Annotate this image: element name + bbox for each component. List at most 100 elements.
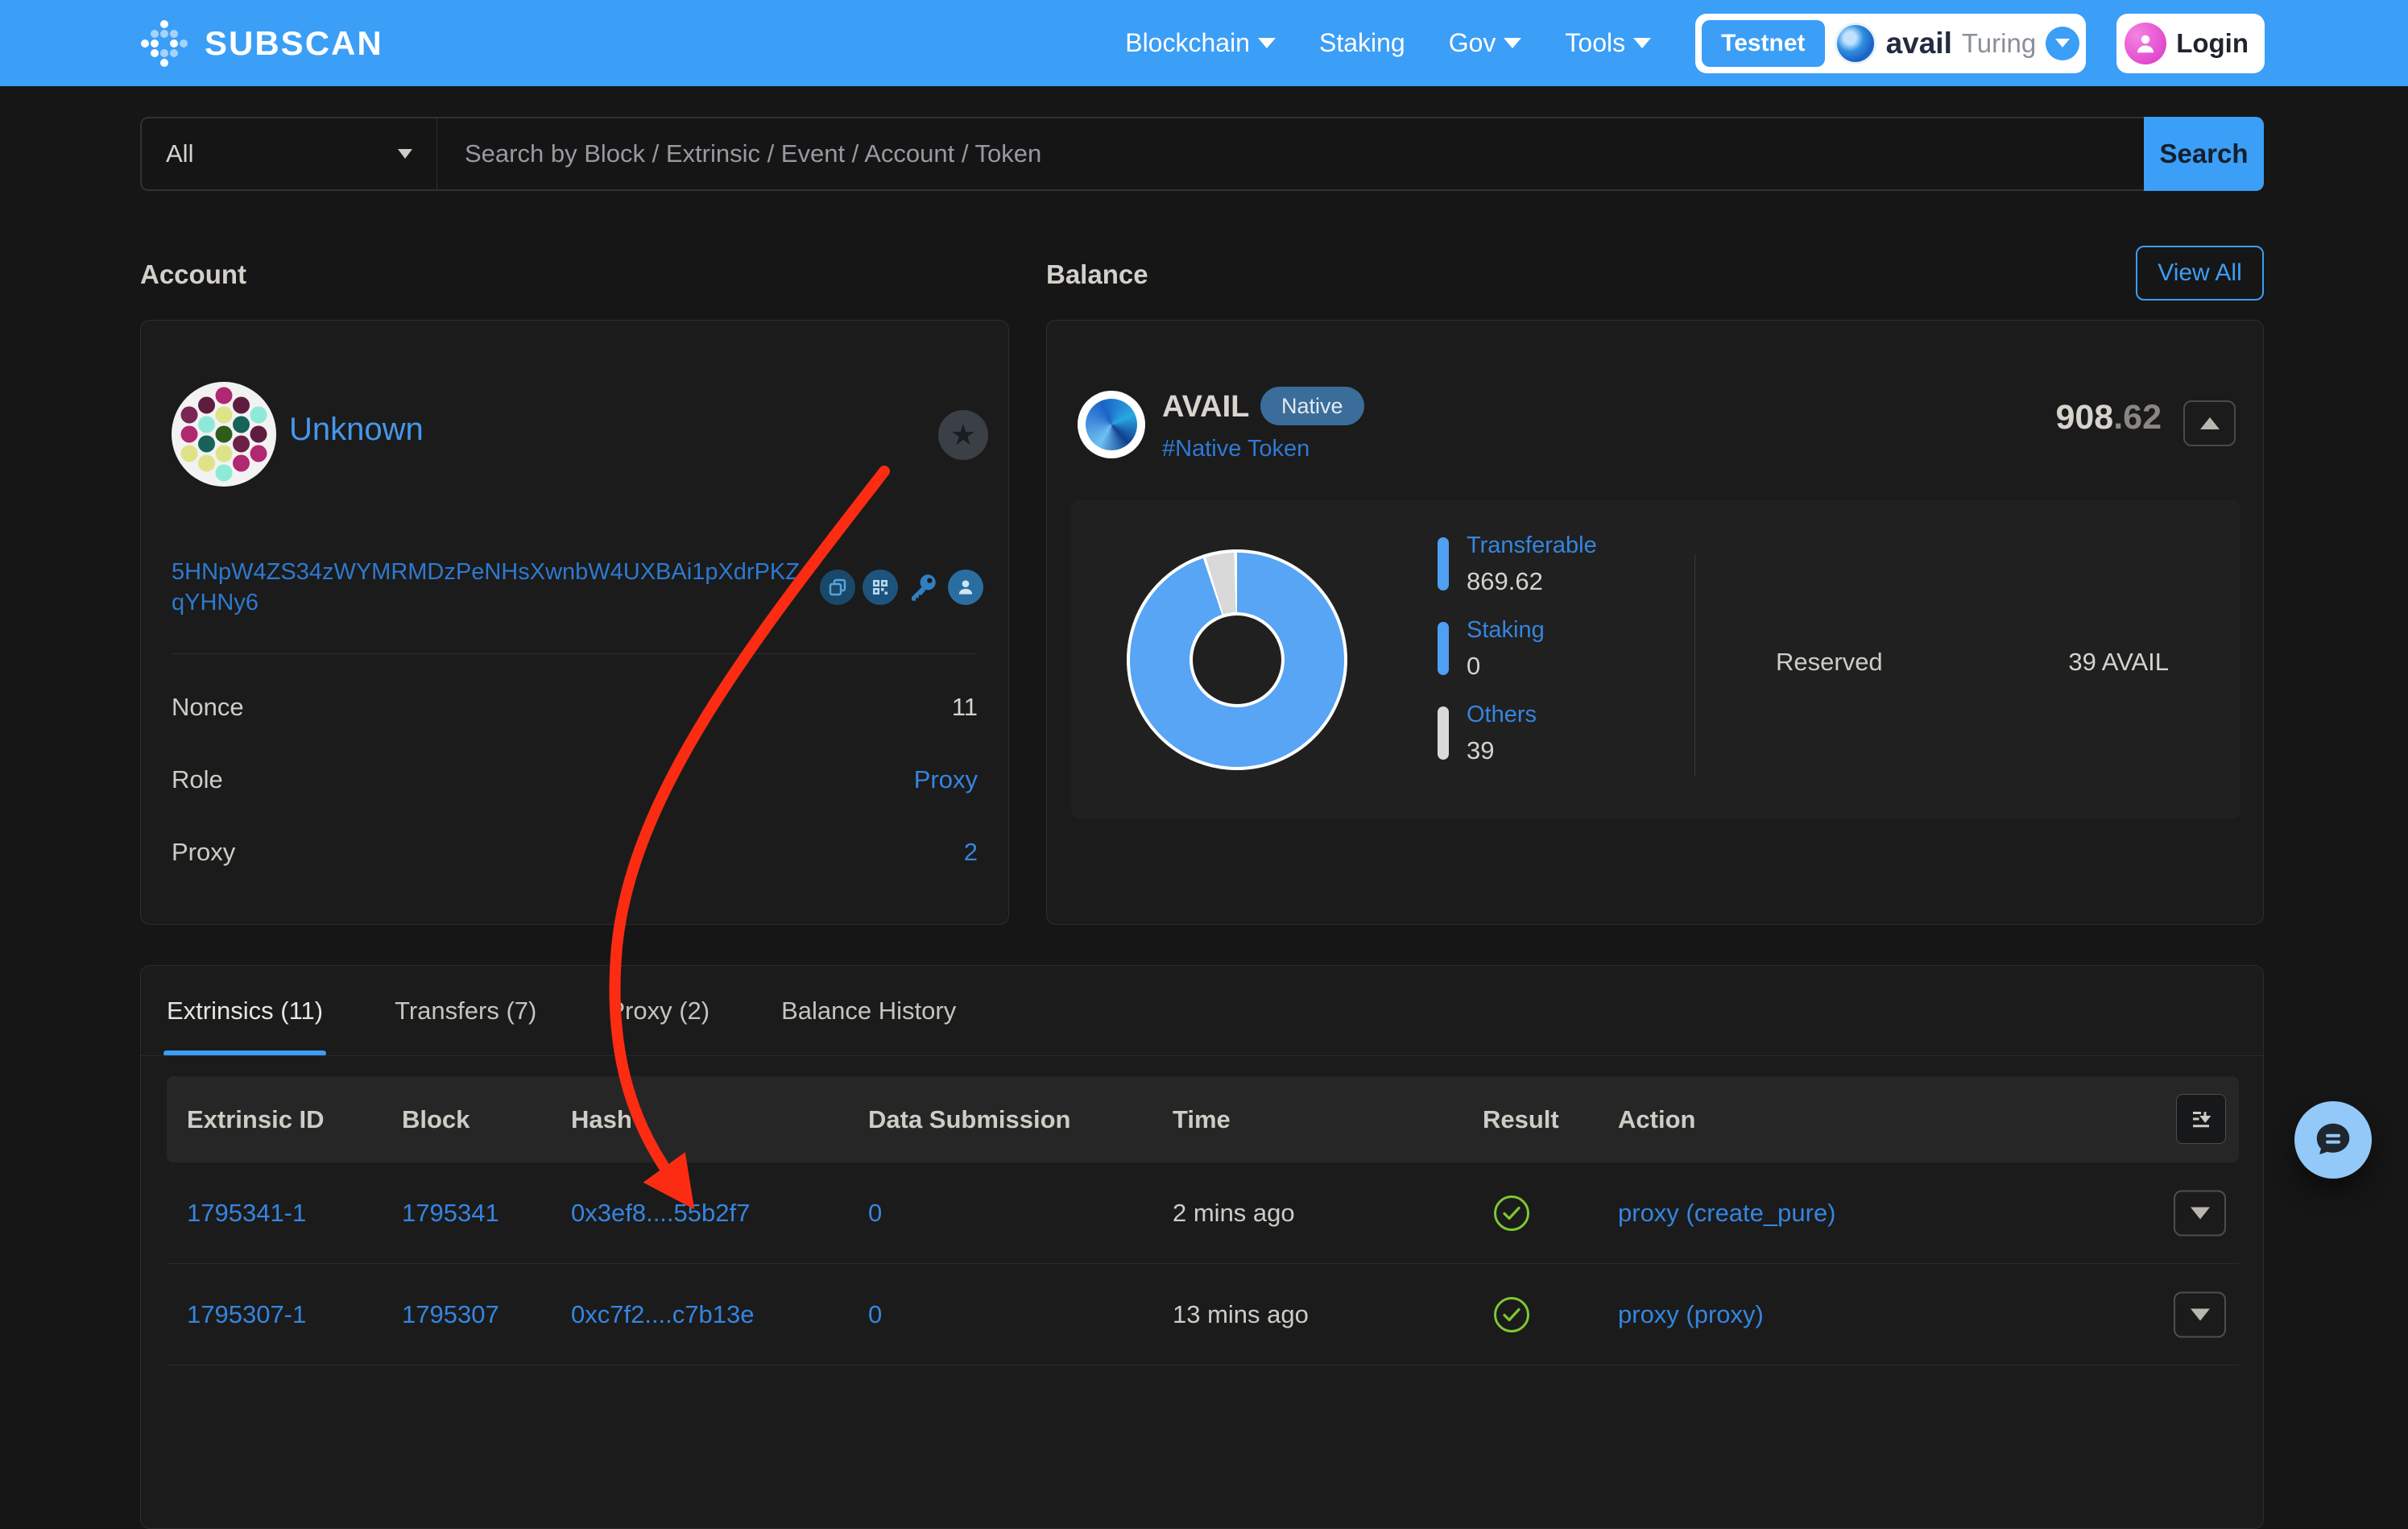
tab-transfers-7-[interactable]: Transfers (7)	[395, 966, 536, 1056]
nav-item-tools[interactable]: Tools	[1565, 28, 1651, 58]
field-value: 11	[952, 693, 978, 722]
extrinsic-id-link[interactable]: 1795307-1	[187, 1300, 402, 1329]
account-person-icon[interactable]	[948, 570, 983, 605]
column-header-block: Block	[402, 1105, 571, 1134]
account-name-link[interactable]: Unknown	[289, 412, 424, 448]
hash-link[interactable]: 0x3ef8....55b2f7	[571, 1199, 868, 1228]
subscan-logo[interactable]: SUBSCAN	[139, 18, 383, 69]
search-input[interactable]	[437, 117, 2144, 191]
testnet-button[interactable]: Testnet	[1702, 20, 1824, 67]
legend-item-staking: Staking 0	[1438, 617, 1597, 681]
nav-item-label: Gov	[1449, 28, 1496, 58]
legend-value: 39	[1467, 736, 1537, 765]
balance-card: AVAIL Native #Native Token 908.62 Transf…	[1046, 320, 2264, 925]
network-chevron-down-icon[interactable]	[2046, 27, 2079, 60]
legend-label[interactable]: Staking	[1467, 617, 1545, 644]
column-header-data-submission: Data Submission	[868, 1105, 1173, 1134]
legend-bar	[1438, 622, 1449, 675]
account-address[interactable]: 5HNpW4ZS34zWYMRMDzPeNHsXwnbW4UXBAi1pXdrP…	[172, 557, 808, 618]
chevron-down-icon	[1633, 38, 1651, 48]
favorite-star-button[interactable]: ★	[938, 410, 988, 460]
total-balance: 908.62	[2055, 398, 2162, 437]
search-filter-value: All	[166, 139, 193, 168]
search-button[interactable]: Search	[2144, 117, 2264, 191]
avail-token-icon	[1078, 391, 1145, 458]
divider	[172, 653, 978, 654]
field-label: Role	[172, 765, 223, 794]
extrinsic-id-link[interactable]: 1795341-1	[187, 1199, 402, 1228]
network-switcher: Testnet avail Turing	[1695, 14, 2086, 73]
brand-name: SUBSCAN	[205, 24, 383, 63]
search-bar: All Search	[140, 117, 2264, 191]
nav-item-blockchain[interactable]: Blockchain	[1125, 28, 1276, 58]
action-link[interactable]: proxy (proxy)	[1618, 1300, 2239, 1329]
extrinsics-card: Extrinsics (11) Transfers (7) Proxy (2) Bal…	[140, 965, 2264, 1529]
native-badge: Native	[1260, 387, 1364, 425]
tab-extrinsics-11-[interactable]: Extrinsics (11)	[167, 966, 323, 1056]
navbar: SUBSCAN Blockchain Staking Gov Tools Testne…	[0, 0, 2408, 86]
account-card: Unknown ★ 5HNpW4ZS34zWYMRMDzPeNHsXwnbW4U…	[140, 320, 1009, 925]
balance-heading: Balance	[1046, 259, 1148, 290]
network-suffix: Turing	[1962, 28, 2036, 59]
copy-icon[interactable]	[820, 570, 855, 605]
account-heading: Account	[140, 259, 246, 290]
table-row: 1795307-117953070xc7f2....c7b13e013 mins…	[167, 1264, 2239, 1365]
chevron-down-icon	[1258, 38, 1276, 48]
table-header: Extrinsic IDBlockHashData SubmissionTime…	[167, 1076, 2239, 1162]
reserved-label: Reserved	[1776, 648, 1883, 677]
time-text: 13 mins ago	[1173, 1300, 1483, 1329]
tab-proxy-2-[interactable]: Proxy (2)	[608, 966, 710, 1056]
legend-text: Staking 0	[1467, 617, 1545, 681]
native-token-link[interactable]: #Native Token	[1162, 436, 1310, 462]
tab-balance-history[interactable]: Balance History	[781, 966, 956, 1056]
tabs: Extrinsics (11) Transfers (7) Proxy (2) Bal…	[167, 966, 956, 1056]
account-identicon	[172, 382, 276, 487]
user-avatar-icon	[2125, 23, 2166, 64]
key-icon[interactable]	[905, 570, 941, 605]
action-link[interactable]: proxy (create_pure)	[1618, 1199, 2239, 1228]
legend-value: 0	[1467, 652, 1545, 681]
data-submission-link[interactable]: 0	[868, 1199, 1173, 1228]
data-submission-link[interactable]: 0	[868, 1300, 1173, 1329]
legend-text: Transferable 869.62	[1467, 532, 1597, 596]
nav-item-staking[interactable]: Staking	[1319, 28, 1405, 58]
block-link[interactable]: 1795307	[402, 1300, 571, 1329]
row-expand-button[interactable]	[2174, 1291, 2226, 1337]
field-value[interactable]: Proxy	[914, 765, 978, 794]
subscan-logo-icon	[139, 18, 190, 69]
nav-item-label: Staking	[1319, 28, 1405, 58]
search-filter-select[interactable]: All	[140, 117, 437, 191]
result-cell	[1483, 1297, 1618, 1332]
legend-label[interactable]: Transferable	[1467, 532, 1597, 559]
row-expand-button[interactable]	[2174, 1190, 2226, 1236]
success-icon	[1494, 1195, 1529, 1231]
qr-code-icon[interactable]	[863, 570, 898, 605]
table-filter-button[interactable]	[2176, 1094, 2226, 1144]
legend-label[interactable]: Others	[1467, 702, 1537, 728]
legend-value: 869.62	[1467, 567, 1597, 596]
chevron-down-icon	[1504, 38, 1521, 48]
view-all-button[interactable]: View All	[2136, 246, 2264, 300]
chevron-down-icon	[398, 149, 412, 159]
balance-chart-panel: Transferable 869.62 Staking 0 Others 39 Reser…	[1071, 500, 2240, 818]
field-value[interactable]: 2	[964, 838, 978, 867]
nav-links: Blockchain Staking Gov Tools	[1125, 28, 1651, 58]
account-field-nonce: Nonce 11	[172, 683, 978, 731]
triangle-up-icon	[2200, 417, 2220, 429]
login-button[interactable]: Login	[2116, 14, 2265, 73]
table-body: 1795341-117953410x3ef8....55b2f702 mins …	[167, 1162, 2239, 1365]
address-actions	[820, 570, 983, 605]
legend-bar	[1438, 537, 1449, 590]
hash-link[interactable]: 0xc7f2....c7b13e	[571, 1300, 868, 1329]
login-label: Login	[2176, 28, 2249, 59]
block-link[interactable]: 1795341	[402, 1199, 571, 1228]
star-icon: ★	[950, 421, 976, 450]
nav-item-gov[interactable]: Gov	[1449, 28, 1522, 58]
column-header-hash: Hash	[571, 1105, 868, 1134]
field-label: Proxy	[172, 838, 235, 867]
table-row: 1795341-117953410x3ef8....55b2f702 mins …	[167, 1162, 2239, 1264]
field-label: Nonce	[172, 693, 244, 722]
legend-bar	[1438, 706, 1449, 760]
collapse-button[interactable]	[2183, 400, 2236, 446]
chat-button[interactable]	[2294, 1101, 2372, 1179]
